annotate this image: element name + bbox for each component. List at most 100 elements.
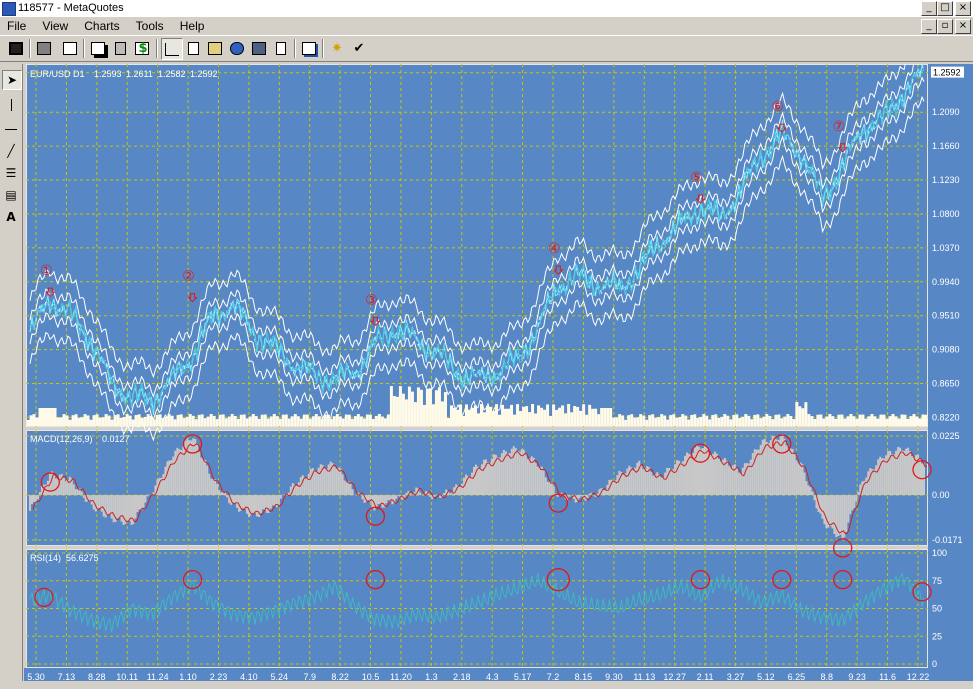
- y-tick-label: 100: [932, 548, 947, 558]
- cursor-tool[interactable]: ➤: [2, 70, 22, 90]
- macd-label: MACD(12,26,9): [30, 434, 93, 444]
- y-tick-label: 75: [932, 576, 942, 586]
- ohlc-value: 1.2593: [94, 69, 122, 79]
- macd-value: 0.0127: [102, 434, 130, 444]
- title-bar: 118577 - MetaQuotes _ □ ×: [0, 0, 973, 17]
- new-chart-button[interactable]: [88, 38, 108, 58]
- print-button[interactable]: [34, 38, 54, 58]
- ohlc-value: 1.2592: [190, 69, 218, 79]
- check-icon: ✔: [353, 40, 365, 56]
- line-chart-button[interactable]: [161, 38, 183, 60]
- blank-page-button[interactable]: [183, 38, 203, 58]
- wave-marker-label: ④: [548, 241, 561, 257]
- chart-window[interactable]: 5.30 7.13 8.28 10.11 11.24 1.10 2.23 4.10 5.24 7.…: [24, 64, 973, 686]
- menu-file[interactable]: File: [0, 17, 32, 34]
- wave-marker-label: ⑥: [771, 99, 784, 115]
- y-tick-label: 1.1660: [932, 141, 960, 151]
- text-tool[interactable]: A: [2, 208, 20, 226]
- fibonacci-icon: ☰: [5, 166, 17, 180]
- y-tick-label: 0.8650: [932, 379, 960, 389]
- screenshot-icon: [252, 41, 266, 55]
- delete-button[interactable]: [110, 38, 130, 58]
- toolbar-separator: [29, 39, 31, 58]
- wave-marker-label: ③: [365, 292, 378, 308]
- blank-page-icon: [187, 41, 199, 55]
- y-tick-label: 0.00: [932, 490, 950, 500]
- rsi-label: RSI(14): [30, 553, 61, 563]
- toolbar-separator: [294, 39, 296, 58]
- chart-symbol-label: EUR/USD D1: [30, 69, 85, 79]
- horizontal-line-icon: [5, 128, 17, 130]
- y-tick-label: 50: [932, 604, 942, 614]
- print-icon: [37, 41, 51, 55]
- toolbar-separator: [83, 39, 85, 58]
- save-button[interactable]: [6, 38, 26, 58]
- windows-icon: [302, 41, 316, 55]
- child-minimize-button[interactable]: _: [921, 19, 937, 34]
- delete-icon: [114, 41, 126, 55]
- menu-help[interactable]: Help: [173, 17, 211, 34]
- dollar-button[interactable]: $: [133, 38, 153, 58]
- new-chart-icon: [91, 41, 105, 55]
- close-button[interactable]: ×: [955, 1, 971, 16]
- menu-charts[interactable]: Charts: [77, 17, 125, 34]
- fibonacci-tool[interactable]: ☰: [2, 164, 20, 182]
- y-tick-label: 0.9080: [932, 345, 960, 355]
- menu-bar: File View Charts Tools Help _ ▫ ×: [0, 17, 973, 35]
- horizontal-line-tool[interactable]: [2, 120, 20, 138]
- y-tick-label: 0.9940: [932, 277, 960, 287]
- expert-icon: ✷: [331, 40, 343, 56]
- templates-icon: [208, 41, 222, 55]
- menu-tools[interactable]: Tools: [129, 17, 170, 34]
- ohlc-value: 1.2582: [158, 69, 186, 79]
- y-tick-label: -0.0171: [932, 535, 963, 545]
- wave-marker-label: ⑦: [832, 119, 845, 135]
- properties-button[interactable]: [60, 38, 80, 58]
- expert-button[interactable]: ✷: [327, 38, 347, 58]
- text-tool-icon: A: [6, 210, 16, 224]
- vertical-line-icon: [10, 99, 12, 111]
- window-title: 118577 - MetaQuotes: [18, 2, 124, 14]
- line-chart-icon: [165, 42, 179, 56]
- y-tick-label: 0: [932, 659, 937, 669]
- globe-button[interactable]: [227, 38, 247, 58]
- y-tick-label: 0.9510: [932, 311, 960, 321]
- current-price-label: 1.2592: [933, 68, 961, 78]
- toolbar-separator: [322, 39, 324, 58]
- channel-icon: ▤: [5, 188, 17, 202]
- cursor-icon: ➤: [6, 73, 18, 87]
- globe-icon: [230, 41, 244, 55]
- y-tick-label: 25: [932, 631, 942, 641]
- y-tick-label: 0.0225: [932, 431, 960, 441]
- y-tick-label: 0.8220: [932, 412, 960, 422]
- save-icon: [9, 41, 23, 55]
- y-tick-label: 1.2090: [932, 107, 960, 117]
- check-button[interactable]: ✔: [349, 38, 369, 58]
- screenshot-button[interactable]: [249, 38, 269, 58]
- y-tick-label: 1.1230: [932, 175, 960, 185]
- child-restore-button[interactable]: ▫: [937, 19, 953, 34]
- drawing-toolbar: ➤ ╱ ☰ ▤ A: [0, 64, 23, 689]
- ohlc-value: 1.2611: [126, 69, 153, 79]
- status-bar: [0, 681, 973, 689]
- toolbar-separator: [156, 39, 158, 58]
- vertical-line-tool[interactable]: [2, 96, 20, 114]
- minimize-button[interactable]: _: [921, 1, 937, 16]
- wave-marker-label: ⑤: [690, 170, 703, 186]
- child-close-button[interactable]: ×: [955, 19, 971, 34]
- wave-marker-label: ②: [182, 269, 195, 285]
- wave-marker-label: ①: [40, 263, 53, 279]
- trend-line-tool[interactable]: ╱: [2, 142, 20, 160]
- windows-button[interactable]: [299, 38, 319, 58]
- y-tick-label: 1.0800: [932, 209, 960, 219]
- y-tick-label: 1.0370: [932, 243, 960, 253]
- properties-icon: [63, 41, 77, 55]
- rsi-value: 56.6275: [66, 553, 99, 563]
- channel-tool[interactable]: ▤: [2, 186, 20, 204]
- maximize-button[interactable]: □: [937, 1, 953, 16]
- main-toolbar: $ ✷ ✔: [0, 35, 973, 62]
- templates-button[interactable]: [205, 38, 225, 58]
- dollar-icon: $: [138, 40, 148, 56]
- menu-view[interactable]: View: [35, 17, 74, 34]
- report-button[interactable]: [271, 38, 291, 58]
